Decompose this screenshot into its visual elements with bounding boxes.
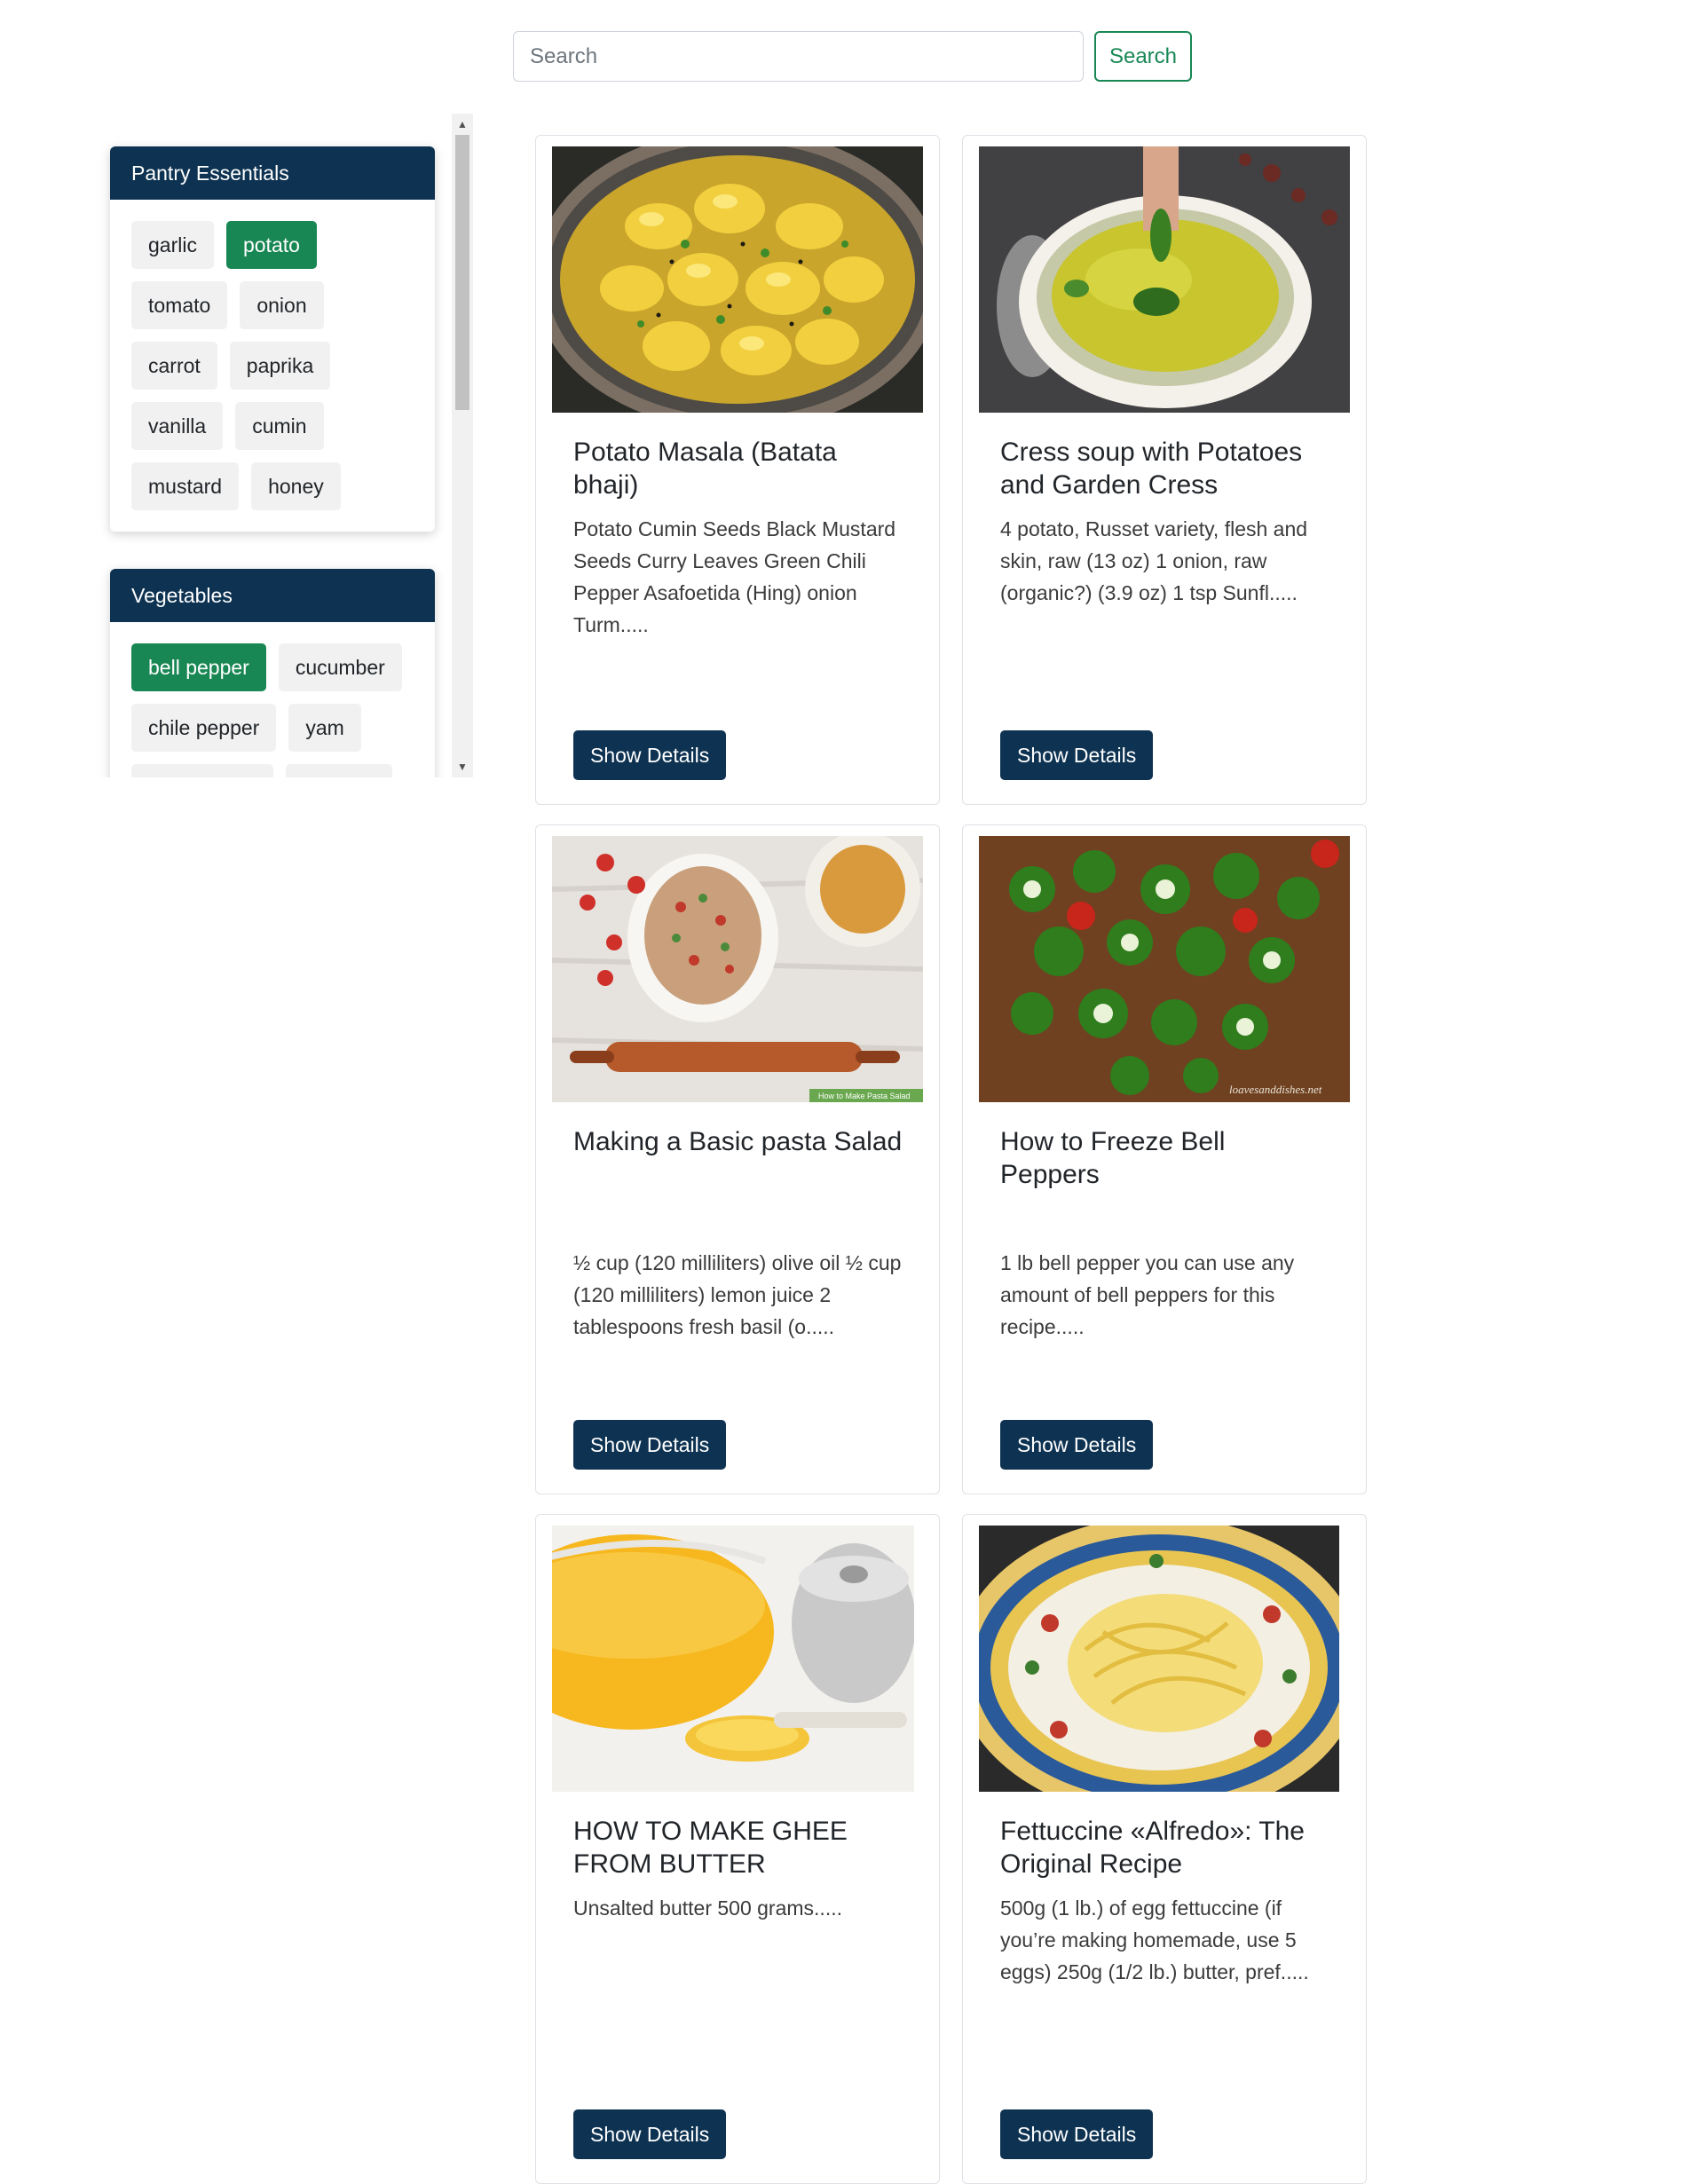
ingredient-tag-paprika[interactable]: paprika [229,342,331,390]
category-card-pantry-essentials: Pantry Essentials garlic potato tomato o… [110,146,435,532]
recipe-card: Cress soup with Potatoes and Garden Cres… [962,135,1367,805]
fettuccine-photo [979,1526,1339,1792]
recipe-title: Making a Basic pasta Salad [573,1127,903,1156]
ingredient-tag-cumin[interactable]: cumin [235,402,324,450]
ingredient-tag-hidden[interactable] [286,764,392,777]
ingredient-tag-yam[interactable]: yam [288,704,361,752]
ingredient-tag-carrot[interactable]: carrot [131,342,217,390]
ingredient-tag-vanilla[interactable]: vanilla [131,402,224,450]
show-details-button[interactable]: Show Details [573,1420,727,1470]
recipe-snippet: Unsalted butter 500 grams..... [573,1896,842,1920]
category-card-vegetables: Vegetables bell pepper cucumber chile pe… [110,569,435,777]
ingredient-tag-list: garlic potato tomato onion carrot paprik… [110,200,435,532]
ingredient-sidebar: Pantry Essentials garlic potato tomato o… [96,115,453,777]
sidebar-scrollbar[interactable]: ▲ ▼ [452,114,473,777]
recipe-finder-page: Search Pantry Essentials garlic potato t… [0,0,1704,2184]
recipe-snippet: 1 lb bell pepper you can use any amount … [1000,1251,1295,1338]
ingredient-tag-onion[interactable]: onion [240,281,324,329]
recipe-card: Fettuccine «Alfredo»: The Original Recip… [962,1514,1367,2184]
recipe-card: How to Make Pasta Salad Making a Basic p… [535,824,940,1494]
image-caption: How to Make Pasta Salad [818,1092,911,1100]
ingredient-tag-bell-pepper[interactable]: bell pepper [131,643,266,691]
bell-peppers-photo: loavesanddishes.net [979,836,1350,1102]
ingredient-tag-chile-pepper[interactable]: chile pepper [131,704,277,752]
recipe-title: How to Freeze Bell Peppers [1000,1127,1226,1189]
show-details-button[interactable]: Show Details [1000,1420,1154,1470]
ghee-photo [552,1526,914,1792]
recipe-card: loavesanddishes.net How to Freeze Bell P… [962,824,1367,1494]
recipe-title: Potato Masala (Batata bhaji) [573,438,837,500]
potato-masala-photo [552,146,923,413]
ingredient-tag-garlic[interactable]: garlic [131,221,214,269]
pasta-salad-photo: How to Make Pasta Salad [552,836,923,1102]
scroll-down-arrow-icon[interactable]: ▼ [452,756,473,777]
cress-soup-photo [979,146,1350,413]
recipe-snippet: 4 potato, Russet variety, flesh and skin… [1000,517,1308,604]
ingredient-tag-list: bell pepper cucumber chile pepper yam [110,622,435,777]
scroll-thumb[interactable] [455,135,469,410]
recipe-snippet: Potato Cumin Seeds Black Mustard Seeds C… [573,517,896,636]
ingredient-tag-tomato[interactable]: tomato [131,281,228,329]
category-header: Pantry Essentials [110,146,435,200]
ingredient-tag-cucumber[interactable]: cucumber [278,643,402,691]
recipe-title: Fettuccine «Alfredo»: The Original Recip… [1000,1817,1305,1879]
ingredient-tag-hidden[interactable] [131,764,273,777]
recipe-card: Potato Masala (Batata bhaji) Potato Cumi… [535,135,940,805]
show-details-button[interactable]: Show Details [573,730,727,780]
recipe-snippet: ½ cup (120 milliliters) olive oil ½ cup … [573,1251,902,1338]
search-input[interactable] [513,31,1084,82]
recipe-snippet: 500g (1 lb.) of egg fettuccine (if you’r… [1000,1896,1309,1983]
show-details-button[interactable]: Show Details [1000,2109,1154,2159]
recipe-title: Cress soup with Potatoes and Garden Cres… [1000,438,1303,500]
category-header: Vegetables [110,569,435,622]
show-details-button[interactable]: Show Details [573,2109,727,2159]
show-details-button[interactable]: Show Details [1000,730,1154,780]
image-caption: loavesanddishes.net [1229,1083,1322,1096]
ingredient-tag-potato[interactable]: potato [225,221,317,269]
ingredient-tag-mustard[interactable]: mustard [131,462,240,510]
scroll-up-arrow-icon[interactable]: ▲ [452,114,473,135]
recipe-card: HOW TO MAKE GHEE FROM BUTTER Unsalted bu… [535,1514,940,2184]
recipe-title: HOW TO MAKE GHEE FROM BUTTER [573,1817,848,1879]
ingredient-tag-honey[interactable]: honey [251,462,341,510]
search-button[interactable]: Search [1094,31,1192,82]
